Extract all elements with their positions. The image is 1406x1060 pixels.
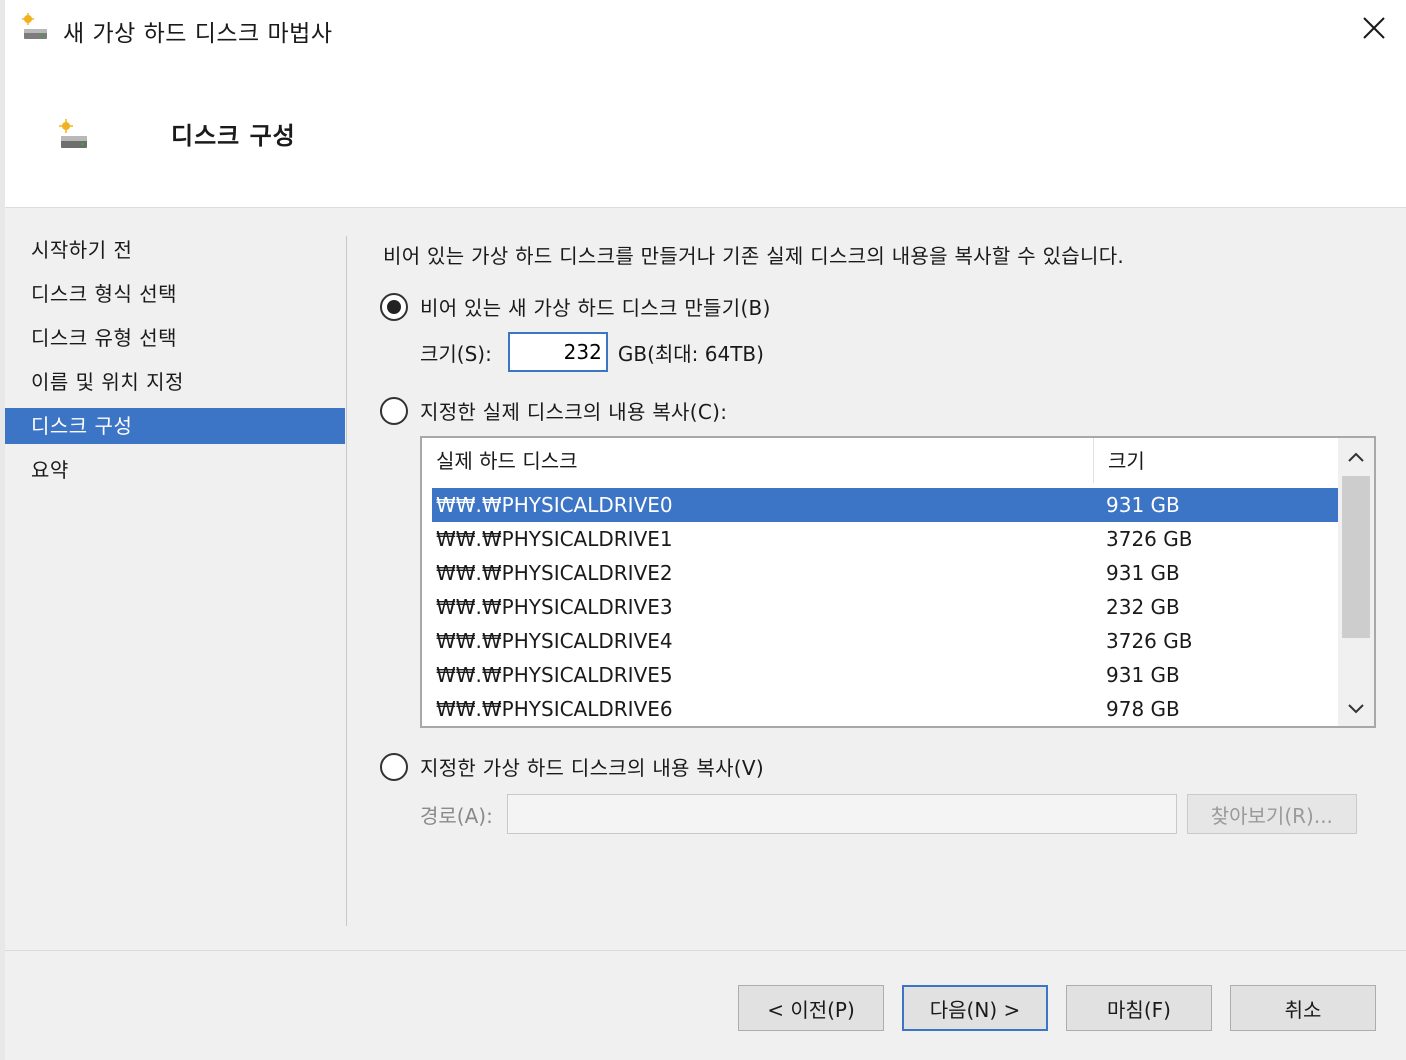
disk-size: 978 GB [1106, 697, 1180, 721]
scroll-up-button[interactable] [1338, 438, 1374, 474]
table-row[interactable]: ₩₩.₩PHYSICALDRIVE2 931 GB [432, 556, 1338, 590]
radio-copy-physical-disk[interactable] [380, 396, 408, 425]
step-choose-type[interactable]: 디스크 유형 선택 [5, 320, 345, 356]
table-row[interactable]: ₩₩.₩PHYSICALDRIVE5 931 GB [432, 658, 1338, 692]
path-label: 경로(A): [420, 803, 493, 828]
finish-button[interactable]: 마침(F) [1066, 985, 1212, 1031]
step-summary[interactable]: 요약 [5, 452, 345, 488]
disk-name: ₩₩.₩PHYSICALDRIVE4 [436, 629, 673, 653]
size-input[interactable] [507, 332, 608, 372]
column-header-size[interactable]: 크기 [1094, 438, 1336, 483]
disk-size: 931 GB [1106, 493, 1180, 517]
option-new-blank-disk[interactable]: 비어 있는 새 가상 하드 디스크 만들기(B) [380, 292, 771, 321]
option-copy-physical-disk[interactable]: 지정한 실제 디스크의 내용 복사(C): [380, 396, 727, 425]
step-name-location[interactable]: 이름 및 위치 지정 [5, 364, 345, 400]
disk-size: 3726 GB [1106, 527, 1193, 551]
disk-name: ₩₩.₩PHYSICALDRIVE2 [436, 561, 673, 585]
table-header: 실제 하드 디스크 크기 [422, 438, 1336, 484]
wizard-steps: 시작하기 전 디스크 형식 선택 디스크 유형 선택 이름 및 위치 지정 디스… [5, 232, 345, 496]
window-title: 새 가상 하드 디스크 마법사 [63, 21, 333, 47]
step-before-you-begin[interactable]: 시작하기 전 [5, 232, 345, 268]
cancel-button[interactable]: 취소 [1230, 985, 1376, 1031]
chevron-down-icon [1348, 699, 1364, 718]
close-button[interactable] [1352, 8, 1396, 52]
disk-name: ₩₩.₩PHYSICALDRIVE1 [436, 527, 673, 551]
intro-text: 비어 있는 가상 하드 디스크를 만들거나 기존 실제 디스크의 내용을 복사할… [383, 244, 1125, 268]
virtual-disk-icon [57, 118, 91, 152]
vertical-scrollbar[interactable] [1338, 438, 1374, 726]
disk-size: 232 GB [1106, 595, 1180, 619]
size-unit: GB(최대: 64TB) [617, 341, 764, 366]
previous-button[interactable]: < 이전(P) [738, 985, 884, 1031]
disk-name: ₩₩.₩PHYSICALDRIVE3 [436, 595, 673, 619]
footer-divider [5, 950, 1406, 951]
disk-size: 931 GB [1106, 663, 1180, 687]
disk-name: ₩₩.₩PHYSICALDRIVE6 [436, 697, 673, 721]
virtual-disk-icon [21, 13, 49, 43]
radio-copy-virtual-disk[interactable] [380, 752, 408, 781]
table-row[interactable]: ₩₩.₩PHYSICALDRIVE0 931 GB [432, 488, 1338, 522]
path-input [506, 794, 1177, 834]
option-new-blank-disk-label: 비어 있는 새 가상 하드 디스크 만들기(B) [420, 296, 771, 320]
radio-new-blank-disk[interactable] [380, 292, 408, 321]
path-row: 경로(A): 찾아보기(R)... [420, 794, 1357, 834]
option-copy-virtual-disk-label: 지정한 가상 하드 디스크의 내용 복사(V) [420, 756, 764, 780]
option-copy-virtual-disk[interactable]: 지정한 가상 하드 디스크의 내용 복사(V) [380, 752, 764, 781]
step-configure-disk[interactable]: 디스크 구성 [5, 408, 345, 444]
disk-size: 3726 GB [1106, 629, 1193, 653]
disk-name: ₩₩.₩PHYSICALDRIVE5 [436, 663, 673, 687]
scroll-thumb[interactable] [1342, 476, 1370, 638]
title-bar: 새 가상 하드 디스크 마법사 [5, 0, 1406, 62]
table-row[interactable]: ₩₩.₩PHYSICALDRIVE1 3726 GB [432, 522, 1338, 556]
page-title: 디스크 구성 [171, 122, 296, 150]
size-row: 크기(S): GB(최대: 64TB) [420, 332, 764, 372]
table-row[interactable]: ₩₩.₩PHYSICALDRIVE4 3726 GB [432, 624, 1338, 658]
step-choose-format[interactable]: 디스크 형식 선택 [5, 276, 345, 312]
sidebar-divider [346, 236, 347, 926]
option-copy-physical-disk-label: 지정한 실제 디스크의 내용 복사(C): [420, 400, 728, 424]
table-body: ₩₩.₩PHYSICALDRIVE0 931 GB ₩₩.₩PHYSICALDR… [432, 488, 1338, 726]
wizard-header: 디스크 구성 [5, 62, 1406, 208]
column-header-physical-disk[interactable]: 실제 하드 디스크 [422, 438, 1094, 483]
browse-button: 찾아보기(R)... [1186, 794, 1357, 834]
table-row[interactable]: ₩₩.₩PHYSICALDRIVE3 232 GB [432, 590, 1338, 624]
table-row[interactable]: ₩₩.₩PHYSICALDRIVE6 978 GB [432, 692, 1338, 726]
size-label: 크기(S): [420, 341, 492, 366]
disk-name: ₩₩.₩PHYSICALDRIVE0 [436, 493, 673, 517]
next-button[interactable]: 다음(N) > [902, 985, 1048, 1031]
physical-disk-list[interactable]: 실제 하드 디스크 크기 ₩₩.₩PHYSICALDRIVE0 931 GB ₩… [420, 436, 1376, 728]
close-icon [1362, 16, 1386, 44]
wizard-window: 새 가상 하드 디스크 마법사 디스크 구성 시작하기 전 디스크 형식 선택 … [0, 0, 1406, 1060]
chevron-up-icon [1348, 447, 1364, 466]
disk-size: 931 GB [1106, 561, 1180, 585]
radio-selected-dot [387, 299, 401, 314]
scroll-down-button[interactable] [1338, 690, 1374, 726]
